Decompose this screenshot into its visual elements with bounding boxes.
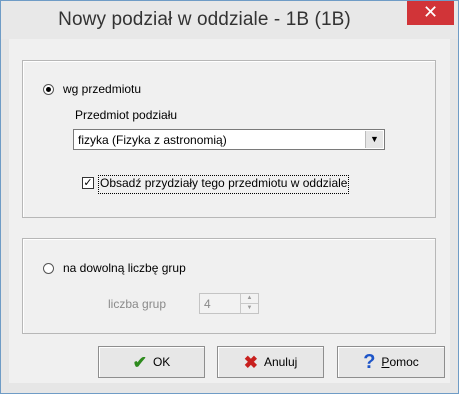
help-button-label: Pomoc <box>381 355 418 369</box>
subject-select[interactable]: fizyka (Fizyka z astronomią) ▼ <box>73 129 385 150</box>
help-button[interactable]: ? Pomoc <box>337 346 445 378</box>
subject-select-value: fizyka (Fizyka z astronomią) <box>78 133 227 147</box>
subject-radio-label[interactable]: wg przedmiotu <box>63 82 141 96</box>
assign-checkbox-label[interactable]: Obsadź przydziały tego przedmiotu w oddz… <box>98 175 350 194</box>
group-count-value[interactable]: 4 <box>204 297 211 311</box>
close-button[interactable]: ✕ <box>407 1 454 25</box>
group-count-label: liczba grup <box>108 297 167 311</box>
spin-down-icon[interactable]: ▼ <box>241 304 258 313</box>
group-count-stepper[interactable]: 4 ▲ ▼ <box>199 293 259 314</box>
subject-radio[interactable] <box>43 84 54 95</box>
groups-radio-label[interactable]: na dowolną liczbę grup <box>63 261 186 275</box>
chevron-down-icon[interactable]: ▼ <box>365 131 383 148</box>
question-icon: ? <box>363 350 376 373</box>
groups-radio[interactable] <box>43 263 54 274</box>
subject-field-label: Przedmiot podziału <box>75 108 178 122</box>
ok-button-label: OK <box>152 355 171 369</box>
help-label-rest: omoc <box>389 355 419 369</box>
window-title: Nowy podział w oddziale - 1B (1B) <box>58 9 351 30</box>
check-icon: ✔ <box>132 352 147 372</box>
ok-button[interactable]: ✔ OK <box>98 346 205 378</box>
groups-groupbox <box>22 238 436 334</box>
cancel-button-label: Anuluj <box>263 355 298 369</box>
close-icon: ✕ <box>422 2 439 22</box>
spin-up-icon[interactable]: ▲ <box>241 294 258 304</box>
x-icon: ✖ <box>243 352 258 372</box>
assign-checkbox[interactable]: ✓ <box>82 177 94 189</box>
title-bar[interactable]: Nowy podział w oddziale - 1B (1B) ✕ <box>1 1 458 39</box>
cancel-button[interactable]: ✖ Anuluj <box>217 346 324 378</box>
